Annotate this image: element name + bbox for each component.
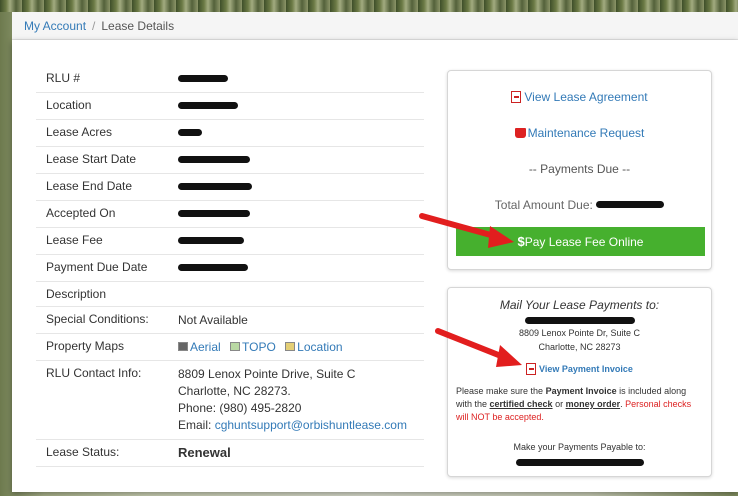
map-link-aerial-label: Aerial [190, 340, 221, 354]
note-money-order: money order [565, 399, 621, 409]
map-link-topo[interactable]: TOPO [230, 340, 276, 354]
detail-row-end-date: Lease End Date [36, 174, 424, 201]
mail-payments-panel: Mail Your Lease Payments to: 8809 Lenox … [447, 287, 712, 477]
detail-row-accepted: Accepted On [36, 201, 424, 228]
status-value: Renewal [178, 445, 231, 460]
acres-value-redacted [178, 125, 424, 141]
contact-info: 8809 Lenox Pointe Drive, Suite C Charlot… [178, 366, 424, 434]
property-maps-links: Aerial TOPO Location [178, 339, 424, 355]
total-amount-due-redacted [596, 201, 665, 209]
breadcrumb: My Account / Lease Details [12, 12, 738, 40]
accepted-value-redacted [178, 206, 424, 222]
aerial-map-icon [178, 342, 188, 352]
due-date-label: Payment Due Date [46, 260, 148, 274]
accepted-label: Accepted On [46, 206, 116, 220]
view-payment-invoice-link[interactable]: View Payment Invoice [526, 363, 633, 375]
note-certified-check: certified check [489, 399, 553, 409]
detail-row-status: Lease Status: Renewal [36, 440, 424, 467]
view-lease-agreement-row: View Lease Agreement [448, 90, 711, 104]
rlu-label: RLU # [46, 71, 81, 85]
dollar-icon: $ [517, 234, 525, 249]
detail-row-special-conditions: Special Conditions: Not Available [36, 307, 424, 334]
location-value-redacted [178, 98, 424, 114]
detail-row-location: Location [36, 93, 424, 120]
contact-phone: Phone: (980) 495-2820 [178, 401, 302, 415]
fee-label: Lease Fee [46, 233, 103, 247]
fee-value-redacted [178, 233, 424, 249]
detail-row-description: Description [36, 282, 424, 307]
breadcrumb-separator: / [92, 19, 96, 33]
mail-payments-title: Mail Your Lease Payments to: [499, 298, 660, 312]
arrow-pointing-pay-button [419, 213, 514, 248]
status-label: Lease Status: [46, 445, 120, 459]
background-forest-banner [0, 0, 738, 12]
start-date-label: Lease Start Date [46, 152, 137, 166]
note-payment-invoice: Payment Invoice [545, 386, 617, 396]
contact-email-prefix: Email: [178, 418, 215, 432]
map-link-location[interactable]: Location [285, 340, 343, 354]
note-or: or [552, 399, 566, 409]
end-date-value-redacted [178, 179, 424, 195]
topo-map-icon [230, 342, 241, 352]
end-date-label: Lease End Date [46, 179, 133, 193]
special-conditions-label: Special Conditions: [46, 312, 149, 326]
location-label: Location [46, 98, 92, 112]
cart-icon [514, 127, 526, 138]
detail-row-fee: Lease Fee [36, 228, 424, 255]
pay-lease-fee-label: Pay Lease Fee Online [524, 235, 644, 249]
breadcrumb-current: Lease Details [101, 19, 175, 33]
view-lease-agreement-link[interactable]: View Lease Agreement [511, 90, 648, 104]
arrow-pointing-payment-invoice [435, 328, 522, 367]
contact-label: RLU Contact Info: [46, 366, 142, 380]
pdf-icon [526, 363, 537, 375]
detail-row-due-date: Payment Due Date [36, 255, 424, 282]
contact-email-link[interactable]: cghuntsupport@orbishuntlease.com [215, 418, 407, 432]
view-payment-invoice-label: View Payment Invoice [539, 364, 633, 375]
map-link-aerial[interactable]: Aerial [178, 340, 221, 354]
pdf-icon [511, 90, 522, 103]
contact-address-line1: 8809 Lenox Pointe Drive, Suite C [178, 367, 356, 381]
location-map-icon [285, 342, 296, 352]
detail-row-contact: RLU Contact Info: 8809 Lenox Pointe Driv… [36, 361, 424, 440]
maintenance-request-link[interactable]: Maintenance Request [514, 126, 645, 140]
detail-row-acres: Lease Acres [36, 120, 424, 147]
payment-instructions: Please make sure the Payment Invoice is … [448, 385, 711, 424]
start-date-value-redacted [178, 152, 424, 168]
maintenance-request-row: Maintenance Request [448, 126, 711, 140]
due-date-value-redacted [178, 260, 424, 276]
special-conditions-value: Not Available [178, 313, 248, 327]
note-dot: . [620, 399, 623, 409]
property-maps-label: Property Maps [46, 339, 125, 353]
detail-row-start-date: Lease Start Date [36, 147, 424, 174]
maintenance-request-label: Maintenance Request [527, 126, 645, 140]
payable-to-label: Make your Payments Payable to: [513, 442, 646, 452]
payments-due-heading: -- Payments Due -- [528, 162, 631, 176]
map-link-topo-label: TOPO [242, 340, 276, 354]
contact-address-line2: Charlotte, NC 28273. [178, 384, 291, 398]
breadcrumb-my-account[interactable]: My Account [24, 19, 86, 33]
acres-label: Lease Acres [46, 125, 113, 139]
contact-email-line: Email: cghuntsupport@orbishuntlease.com [178, 417, 424, 433]
payable-to-redacted [448, 456, 711, 470]
description-label: Description [46, 287, 107, 301]
lease-details-table: RLU # Location Lease Acres Lease Start D… [36, 66, 424, 467]
view-lease-agreement-label: View Lease Agreement [524, 90, 648, 104]
rlu-value-redacted [178, 71, 424, 87]
detail-row-property-maps: Property Maps Aerial TOPO Location [36, 334, 424, 361]
detail-row-rlu: RLU # [36, 66, 424, 93]
note-text-1: Please make sure the [456, 386, 546, 396]
map-link-location-label: Location [297, 340, 343, 354]
